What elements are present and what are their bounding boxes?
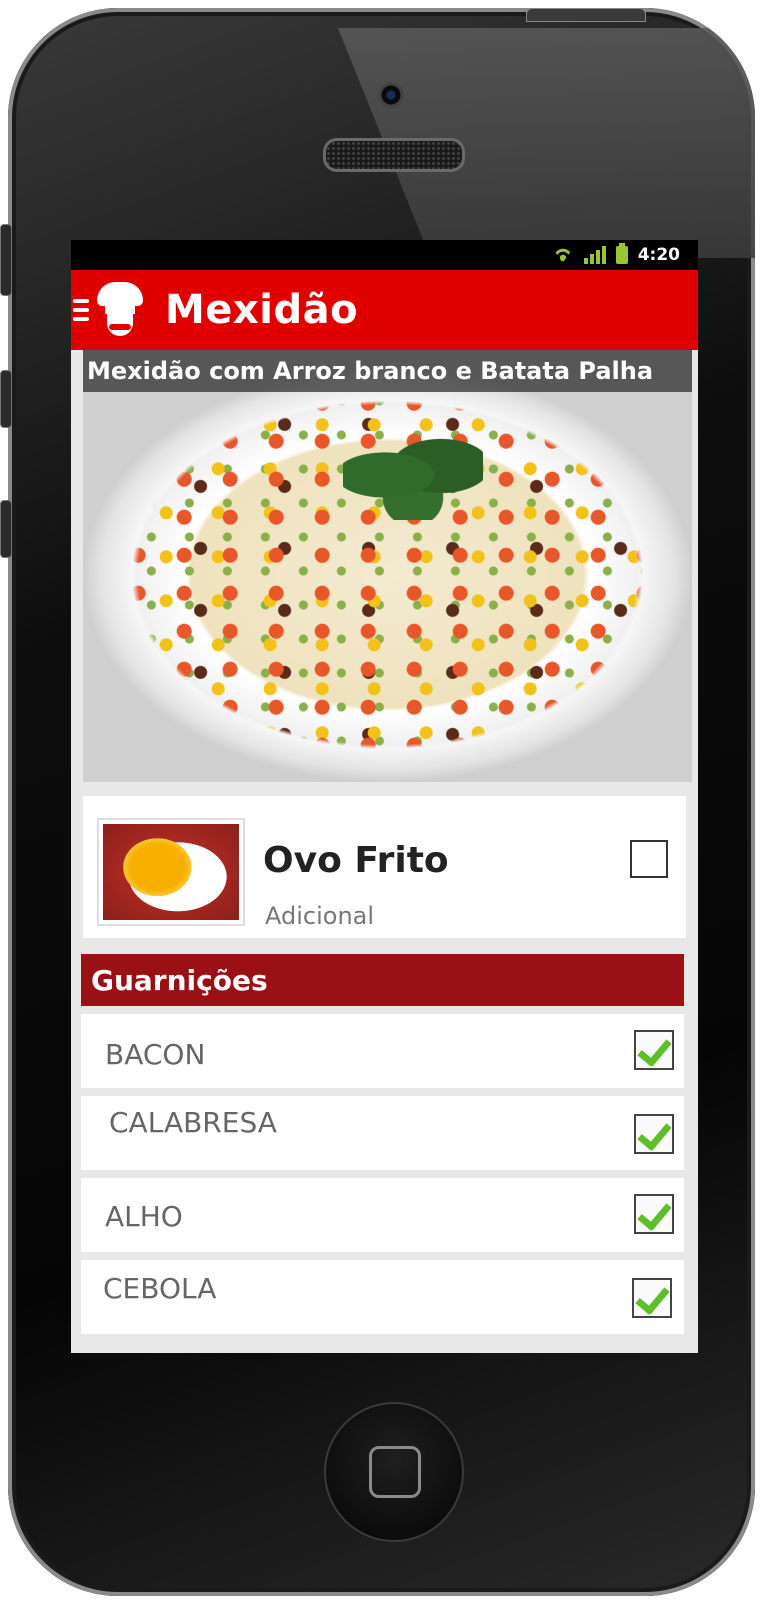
volume-down-button <box>0 500 12 558</box>
status-bar: 4:20 <box>71 240 698 270</box>
garnish-row-calabresa[interactable]: CALABRESA <box>81 1096 684 1170</box>
checkmark-icon <box>635 1279 670 1316</box>
garnish-label: CALABRESA <box>109 1106 277 1139</box>
menu-lines-icon[interactable] <box>71 299 89 321</box>
fried-egg-image <box>103 824 239 920</box>
garnish-label: CEBOLA <box>103 1272 217 1305</box>
addon-card[interactable]: Ovo Frito Adicional <box>83 796 686 938</box>
signal-icon <box>583 246 606 264</box>
status-time: 4:20 <box>637 245 680 265</box>
garnish-label: BACON <box>105 1038 206 1071</box>
addon-subtitle: Adicional <box>265 902 375 930</box>
app-screen: 4:20 Mexidão Mexidão com Arroz branco e … <box>71 240 698 1353</box>
garnish-checkbox[interactable] <box>634 1194 674 1234</box>
battery-icon <box>615 243 628 264</box>
phone-frame: 4:20 Mexidão Mexidão com Arroz branco e … <box>8 8 755 1596</box>
dish-image: Mexidão com Arroz branco e Batata Palha <box>83 350 692 782</box>
page-title: Mexidão <box>165 287 359 333</box>
home-square-icon <box>369 1446 421 1498</box>
fried-egg-thumbnail <box>97 818 245 926</box>
front-camera <box>378 82 404 108</box>
chef-hat-icon[interactable] <box>95 280 145 340</box>
power-button <box>526 8 646 22</box>
garnish-list: BACON CALABRESA ALHO CEBOLA <box>81 1014 684 1334</box>
parsley-garnish <box>343 430 483 520</box>
addon-checkbox[interactable] <box>630 840 668 878</box>
action-bar: Mexidão <box>71 270 698 350</box>
garnish-checkbox[interactable] <box>634 1030 674 1070</box>
dish-plate <box>83 350 692 782</box>
garnish-row-cebola[interactable]: CEBOLA <box>81 1260 684 1334</box>
checkmark-icon <box>637 1115 672 1152</box>
earpiece-speaker <box>323 138 465 172</box>
dish-caption: Mexidão com Arroz branco e Batata Palha <box>83 350 692 392</box>
garnish-checkbox[interactable] <box>632 1278 672 1318</box>
garnish-row-alho[interactable]: ALHO <box>81 1178 684 1252</box>
garnish-label: ALHO <box>105 1200 183 1233</box>
wifi-icon <box>552 247 574 263</box>
addon-name: Ovo Frito <box>263 840 449 881</box>
volume-up-button <box>0 370 12 428</box>
mute-switch <box>0 224 12 296</box>
home-button[interactable] <box>324 1402 464 1542</box>
section-header: Guarnições <box>81 954 684 1006</box>
checkmark-icon <box>637 1031 672 1068</box>
garnish-row-bacon[interactable]: BACON <box>81 1014 684 1088</box>
checkmark-icon <box>637 1195 672 1232</box>
garnish-checkbox[interactable] <box>634 1114 674 1154</box>
